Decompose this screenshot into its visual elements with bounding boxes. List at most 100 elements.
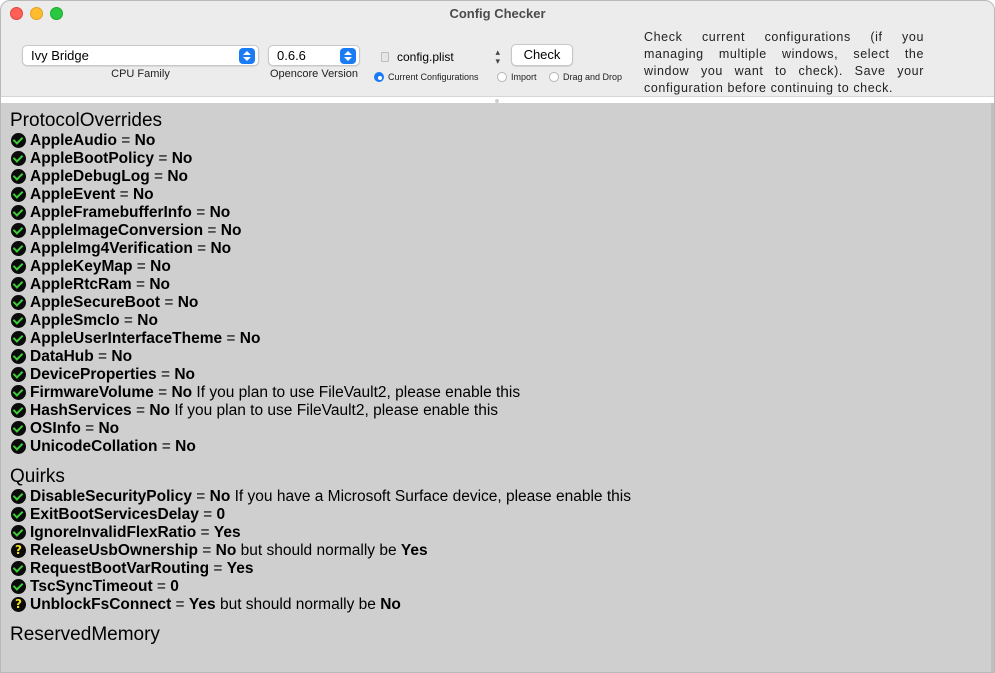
setting-key: IgnoreInvalidFlexRatio xyxy=(30,524,197,541)
setting-equals: = xyxy=(209,560,227,577)
instructions-text: Check current configurations (if you man… xyxy=(644,30,924,95)
setting-equals: = xyxy=(196,524,214,541)
setting-equals: = xyxy=(149,168,168,185)
config-file-popup[interactable]: config.plist ▴ ▾ xyxy=(379,48,504,66)
setting-equals: = xyxy=(131,276,150,293)
setting-text: TscSyncTimeout = 0 xyxy=(30,578,179,596)
checkmark-icon xyxy=(11,367,26,382)
checkmark-icon xyxy=(11,259,26,274)
setting-note: If you plan to use FileVault2, please en… xyxy=(170,402,499,419)
setting-text: ExitBootServicesDelay = 0 xyxy=(30,506,225,524)
setting-text: AppleRtcRam = No xyxy=(30,276,170,294)
section-title: ReservedMemory xyxy=(10,624,160,645)
setting-key: DeviceProperties xyxy=(30,366,157,383)
setting-key: UnblockFsConnect xyxy=(30,596,172,613)
setting-note: but should normally be xyxy=(236,542,401,559)
setting-text: AppleUserInterfaceTheme = No xyxy=(30,330,260,348)
setting-text: AppleBootPolicy = No xyxy=(30,150,192,168)
setting-text: AppleImg4Verification = No xyxy=(30,240,231,258)
setting-text: IgnoreInvalidFlexRatio = Yes xyxy=(30,524,241,542)
select-arrows-icon xyxy=(340,48,356,64)
setting-equals: = xyxy=(197,542,216,559)
setting-note: If you plan to use FileVault2, please en… xyxy=(192,384,521,401)
minimize-window-button[interactable] xyxy=(30,7,43,20)
setting-equals: = xyxy=(191,204,210,221)
setting-value: 0 xyxy=(170,578,179,595)
setting-value: No xyxy=(209,488,231,505)
checkmark-icon xyxy=(11,421,26,436)
window-title: Config Checker xyxy=(449,6,546,21)
setting-key: AppleUserInterfaceTheme xyxy=(30,330,223,347)
chevron-up-down-icon: ▴ ▾ xyxy=(495,47,500,66)
config-file-name: config.plist xyxy=(397,50,454,64)
setting-equals: = xyxy=(192,240,211,257)
opencore-version-caption: Opencore Version xyxy=(269,68,359,80)
checkmark-icon xyxy=(11,169,26,184)
setting-key: AppleImageConversion xyxy=(30,222,204,239)
setting-key: AppleKeyMap xyxy=(30,258,133,275)
setting-key: AppleFramebufferInfo xyxy=(30,204,192,221)
setting-equals: = xyxy=(153,384,172,401)
setting-key: AppleDebugLog xyxy=(30,168,150,185)
radio-label: Current Configurations xyxy=(388,72,479,82)
checkmark-icon xyxy=(11,241,26,256)
config-checker-window: Config Checker Ivy Bridge CPU Family 0.6… xyxy=(0,0,995,673)
setting-key: DataHub xyxy=(30,348,94,365)
setting-key: DisableSecurityPolicy xyxy=(30,488,192,505)
setting-text: AppleEvent = No xyxy=(30,186,154,204)
setting-key: RequestBootVarRouting xyxy=(30,560,210,577)
checkmark-icon xyxy=(11,187,26,202)
setting-text: OSInfo = No xyxy=(30,420,119,438)
setting-text: AppleKeyMap = No xyxy=(30,258,171,276)
setting-equals: = xyxy=(157,438,176,455)
setting-note: but should normally be xyxy=(215,596,381,613)
setting-value: No xyxy=(149,402,171,419)
radio-label: Drag and Drop xyxy=(563,72,623,82)
check-button[interactable]: Check xyxy=(511,44,573,66)
setting-equals: = xyxy=(80,420,99,437)
zoom-window-button[interactable] xyxy=(50,7,63,20)
setting-text: AppleFramebufferInfo = No xyxy=(30,204,230,222)
setting-value: Yes xyxy=(226,560,254,577)
setting-key: AppleEvent xyxy=(30,186,116,203)
setting-expected-value: Yes xyxy=(400,542,428,559)
section-title: Quirks xyxy=(10,466,65,487)
checkmark-icon xyxy=(11,223,26,238)
setting-key: UnicodeCollation xyxy=(30,438,158,455)
checkmark-icon xyxy=(11,349,26,364)
setting-value: No xyxy=(149,276,170,293)
setting-text: AppleImageConversion = No xyxy=(30,222,241,240)
results-panel: ProtocolOverrides AppleAudio = No AppleBoo… xyxy=(1,103,994,672)
setting-value: No xyxy=(220,222,242,239)
setting-key: AppleAudio xyxy=(30,132,117,149)
cpu-family-value: Ivy Bridge xyxy=(31,48,89,63)
radio-indicator xyxy=(549,72,559,82)
toolbar: Ivy Bridge CPU Family 0.6.6 Opencore Ver… xyxy=(1,28,994,96)
setting-text: RequestBootVarRouting = Yes xyxy=(30,560,254,578)
checkmark-icon xyxy=(11,507,26,522)
cpu-family-caption: CPU Family xyxy=(111,68,170,80)
split-view-divider[interactable] xyxy=(1,96,994,103)
setting-equals: = xyxy=(171,596,189,613)
cpu-family-select[interactable]: Ivy Bridge xyxy=(22,45,259,66)
setting-value: No xyxy=(174,366,195,383)
setting-value: No xyxy=(171,384,193,401)
setting-value: No xyxy=(171,150,193,167)
setting-value: No xyxy=(132,186,154,203)
document-icon xyxy=(381,52,389,62)
checkmark-icon xyxy=(11,133,26,148)
setting-text: UnicodeCollation = No xyxy=(30,438,196,456)
setting-equals: = xyxy=(115,186,133,203)
select-arrows-icon xyxy=(239,48,255,64)
scrollbar-track[interactable] xyxy=(991,103,994,672)
setting-text: DataHub = No xyxy=(30,348,132,366)
checkmark-icon xyxy=(11,295,26,310)
setting-value: 0 xyxy=(216,506,226,523)
setting-text: DisableSecurityPolicy = No If you have a… xyxy=(30,488,631,506)
section-title: ProtocolOverrides xyxy=(10,110,163,131)
close-window-button[interactable] xyxy=(10,7,23,20)
opencore-version-select[interactable]: 0.6.6 xyxy=(268,45,360,66)
setting-equals: = xyxy=(191,488,210,505)
setting-equals: = xyxy=(132,258,151,275)
checkmark-icon xyxy=(11,313,26,328)
